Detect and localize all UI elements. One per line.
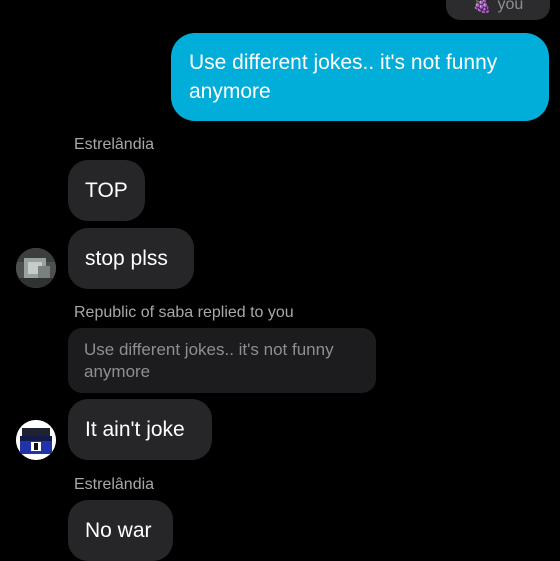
partial-message-bubble[interactable]: 🍇 you — [446, 0, 550, 20]
incoming-message-bubble[interactable]: It ain't joke — [68, 399, 212, 460]
avatar-image-icon — [16, 248, 56, 288]
incoming-message-text: No war — [85, 518, 152, 542]
outgoing-message-bubble[interactable]: Use different jokes.. it's not funny any… — [171, 33, 549, 121]
sender-name[interactable]: Estrelândia — [74, 136, 154, 154]
sender-name[interactable]: Estrelândia — [74, 476, 154, 494]
incoming-message-bubble[interactable]: stop plss — [68, 228, 194, 289]
incoming-message-text: TOP — [85, 178, 128, 202]
reply-label: Republic of saba replied to you — [74, 304, 294, 321]
grape-emoji-icon: 🍇 — [472, 0, 492, 14]
quoted-message[interactable]: Use different jokes.. it's not funny any… — [68, 328, 376, 393]
outgoing-message-text: Use different jokes.. it's not funny any… — [189, 51, 498, 103]
incoming-message-text: stop plss — [85, 246, 168, 270]
incoming-message-text: It ain't joke — [85, 417, 185, 441]
user-avatar[interactable] — [16, 248, 56, 288]
partial-message-text: you — [497, 0, 524, 13]
incoming-message-bubble[interactable]: TOP — [68, 160, 145, 221]
incoming-message-bubble[interactable]: No war — [68, 500, 173, 561]
user-avatar[interactable] — [16, 420, 56, 460]
avatar-image-icon — [16, 420, 56, 460]
quoted-message-text: Use different jokes.. it's not funny any… — [84, 340, 334, 381]
